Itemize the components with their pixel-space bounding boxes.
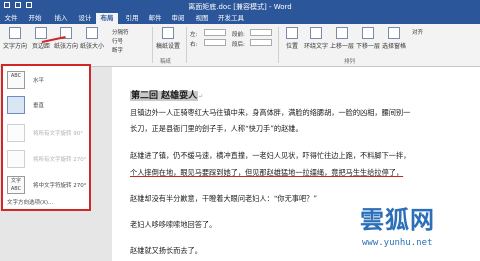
vertical-text-icon bbox=[7, 96, 25, 114]
margins-icon bbox=[35, 27, 47, 39]
bring-forward-label: 上移一层 bbox=[330, 43, 355, 50]
selection-pane-button[interactable]: 选择窗格 bbox=[382, 27, 406, 50]
paragraph: 赵雄进了镇，仍不缓马速，横冲直撞，一老妇人见状，吓得忙往边上跑，不料脚下一拌， bbox=[130, 151, 411, 160]
text-direction-icon bbox=[9, 27, 21, 39]
ribbon: 文字方向 页边距 纸张方向 纸张大小 分隔符 行号 断字 稿纸设置 稿纸 左: … bbox=[0, 24, 480, 67]
size-icon bbox=[86, 27, 98, 39]
indent-right-input[interactable] bbox=[204, 39, 226, 46]
position-label: 位置 bbox=[285, 43, 298, 50]
menu-item-label: 将中文字符旋转 270° bbox=[33, 183, 87, 189]
wrap-icon bbox=[310, 27, 322, 39]
tab-file[interactable]: 文件 bbox=[3, 13, 19, 24]
chapter-heading-row: 第二回 赵雄耍人↵ bbox=[130, 88, 203, 101]
paragraph: 长刀，正是县衙门里的刽子手，人称“快刀手”的赵雄。 bbox=[130, 124, 303, 133]
menu-item-label: 将所有文字旋转 90° bbox=[33, 131, 83, 137]
menu-item-rotate-asian-270[interactable]: 文字ABC 将中文字符旋转 270° bbox=[7, 174, 89, 198]
breaks-button[interactable]: 分隔符 bbox=[112, 28, 129, 36]
watermark-url: www.yunhu.net bbox=[362, 238, 433, 248]
horizontal-text-icon: ABC bbox=[7, 71, 25, 89]
menu-item-label: 垂直 bbox=[33, 103, 45, 109]
menu-item-rotate-270: 将所有文字旋转 270° bbox=[7, 148, 89, 172]
bring-forward-icon bbox=[336, 27, 348, 39]
spacing-before-input[interactable] bbox=[250, 29, 272, 36]
divider bbox=[186, 27, 187, 63]
rotate-asian-text-icon: 文字ABC bbox=[7, 176, 25, 194]
selection-pane-label: 选择窗格 bbox=[382, 43, 407, 50]
window-title: 离面矩底.doc [兼容模式] - Word bbox=[188, 3, 292, 11]
paragraph: 赵雄却没有半分歉意，干瞪着大眼问老妇人：“你无事吧？” bbox=[130, 194, 318, 203]
draft-icon bbox=[162, 27, 174, 39]
indent-left-input[interactable] bbox=[204, 29, 226, 36]
tab-insert[interactable]: 插入 bbox=[53, 13, 69, 24]
tab-review[interactable]: 审阅 bbox=[170, 13, 186, 24]
spacing-after-label: 段后: bbox=[232, 42, 245, 48]
draft-label: 稿纸设置 bbox=[156, 43, 181, 50]
position-icon bbox=[286, 27, 298, 39]
paragraph: 老妇人哆哆嗦嗦地回答了。 bbox=[130, 220, 217, 229]
divider bbox=[278, 27, 279, 63]
ribbon-tabs: 文件 开始 插入 设计 布局 引用 邮件 审阅 视图 开发工具 bbox=[0, 12, 480, 24]
rotate-270-icon bbox=[7, 150, 25, 168]
send-backward-button[interactable]: 下移一层 bbox=[356, 27, 380, 50]
tab-references[interactable]: 引用 bbox=[124, 13, 140, 24]
menu-item-rotate-90: 将所有文字旋转 90° bbox=[7, 122, 89, 146]
title-bar: 离面矩底.doc [兼容模式] - Word bbox=[0, 0, 480, 12]
tab-layout[interactable]: 布局 bbox=[96, 13, 118, 24]
text-direction-menu: ABC 水平 垂直 将所有文字旋转 90° 将所有文字旋转 270° 文字ABC… bbox=[1, 64, 91, 211]
tab-view[interactable]: 视图 bbox=[194, 13, 210, 24]
text-direction-options-link[interactable]: 文字方向选项(X)... bbox=[7, 198, 53, 206]
hyphenation-button[interactable]: 断字 bbox=[112, 46, 123, 54]
group-arrange-label: 排列 bbox=[344, 59, 356, 65]
wrap-button[interactable]: 环绕文字 bbox=[304, 27, 328, 50]
indent-left-label: 左: bbox=[190, 32, 198, 38]
send-backward-label: 下移一层 bbox=[356, 43, 381, 50]
tab-developer[interactable]: 开发工具 bbox=[216, 13, 246, 24]
text-direction-button[interactable]: 文字方向 bbox=[2, 27, 28, 50]
menu-item-vertical[interactable]: 垂直 bbox=[7, 94, 89, 118]
paragraph: 个人摔倒在地，眼见马要踩到她了，但见那赵雄猛地一拉缰绳，竟把马生生给拉停了， bbox=[130, 168, 404, 177]
align-button[interactable]: 对齐 bbox=[412, 28, 423, 36]
rotate-90-icon bbox=[7, 124, 25, 142]
paragraph-mark-icon: ↵ bbox=[198, 93, 204, 100]
menu-item-label: 水平 bbox=[33, 78, 45, 84]
text-direction-label: 文字方向 bbox=[2, 43, 27, 50]
tab-design[interactable]: 设计 bbox=[77, 13, 93, 24]
indent-right-label: 右: bbox=[190, 42, 198, 48]
wrap-label: 环绕文字 bbox=[304, 43, 329, 50]
selection-pane-icon bbox=[388, 27, 400, 39]
margins-label: 页边距 bbox=[31, 43, 50, 50]
spacing-after-input[interactable] bbox=[250, 39, 272, 46]
send-backward-icon bbox=[362, 27, 374, 39]
tab-mailings[interactable]: 邮件 bbox=[147, 13, 163, 24]
paragraph: 且镇边外一人正骑枣红大马往镇中来，身高体胖，满脸的络腮胡，一脸的凶相，腰间别一 bbox=[130, 108, 411, 117]
watermark-text: 雲狐网 bbox=[360, 206, 435, 234]
paragraph: 赵雄就又扬长而去了。 bbox=[130, 246, 202, 255]
size-button[interactable]: 纸张大小 bbox=[80, 27, 104, 50]
draft-button[interactable]: 稿纸设置 bbox=[156, 27, 180, 50]
group-paper-label: 稿纸 bbox=[160, 59, 172, 65]
orientation-label: 纸张方向 bbox=[54, 43, 79, 50]
spacing-before-label: 段前: bbox=[232, 32, 245, 38]
divider bbox=[152, 27, 153, 63]
menu-item-label: 将所有文字旋转 270° bbox=[33, 157, 87, 163]
menu-item-horizontal[interactable]: ABC 水平 bbox=[7, 69, 89, 93]
bring-forward-button[interactable]: 上移一层 bbox=[330, 27, 354, 50]
position-button[interactable]: 位置 bbox=[282, 27, 302, 50]
size-label: 纸张大小 bbox=[80, 43, 105, 50]
chapter-heading: 第二回 赵雄耍人 bbox=[130, 91, 199, 101]
line-numbers-button[interactable]: 行号 bbox=[112, 37, 123, 45]
watermark-logo: 雲狐网 www.yunhu.net bbox=[356, 200, 480, 261]
tab-home[interactable]: 开始 bbox=[27, 13, 43, 24]
